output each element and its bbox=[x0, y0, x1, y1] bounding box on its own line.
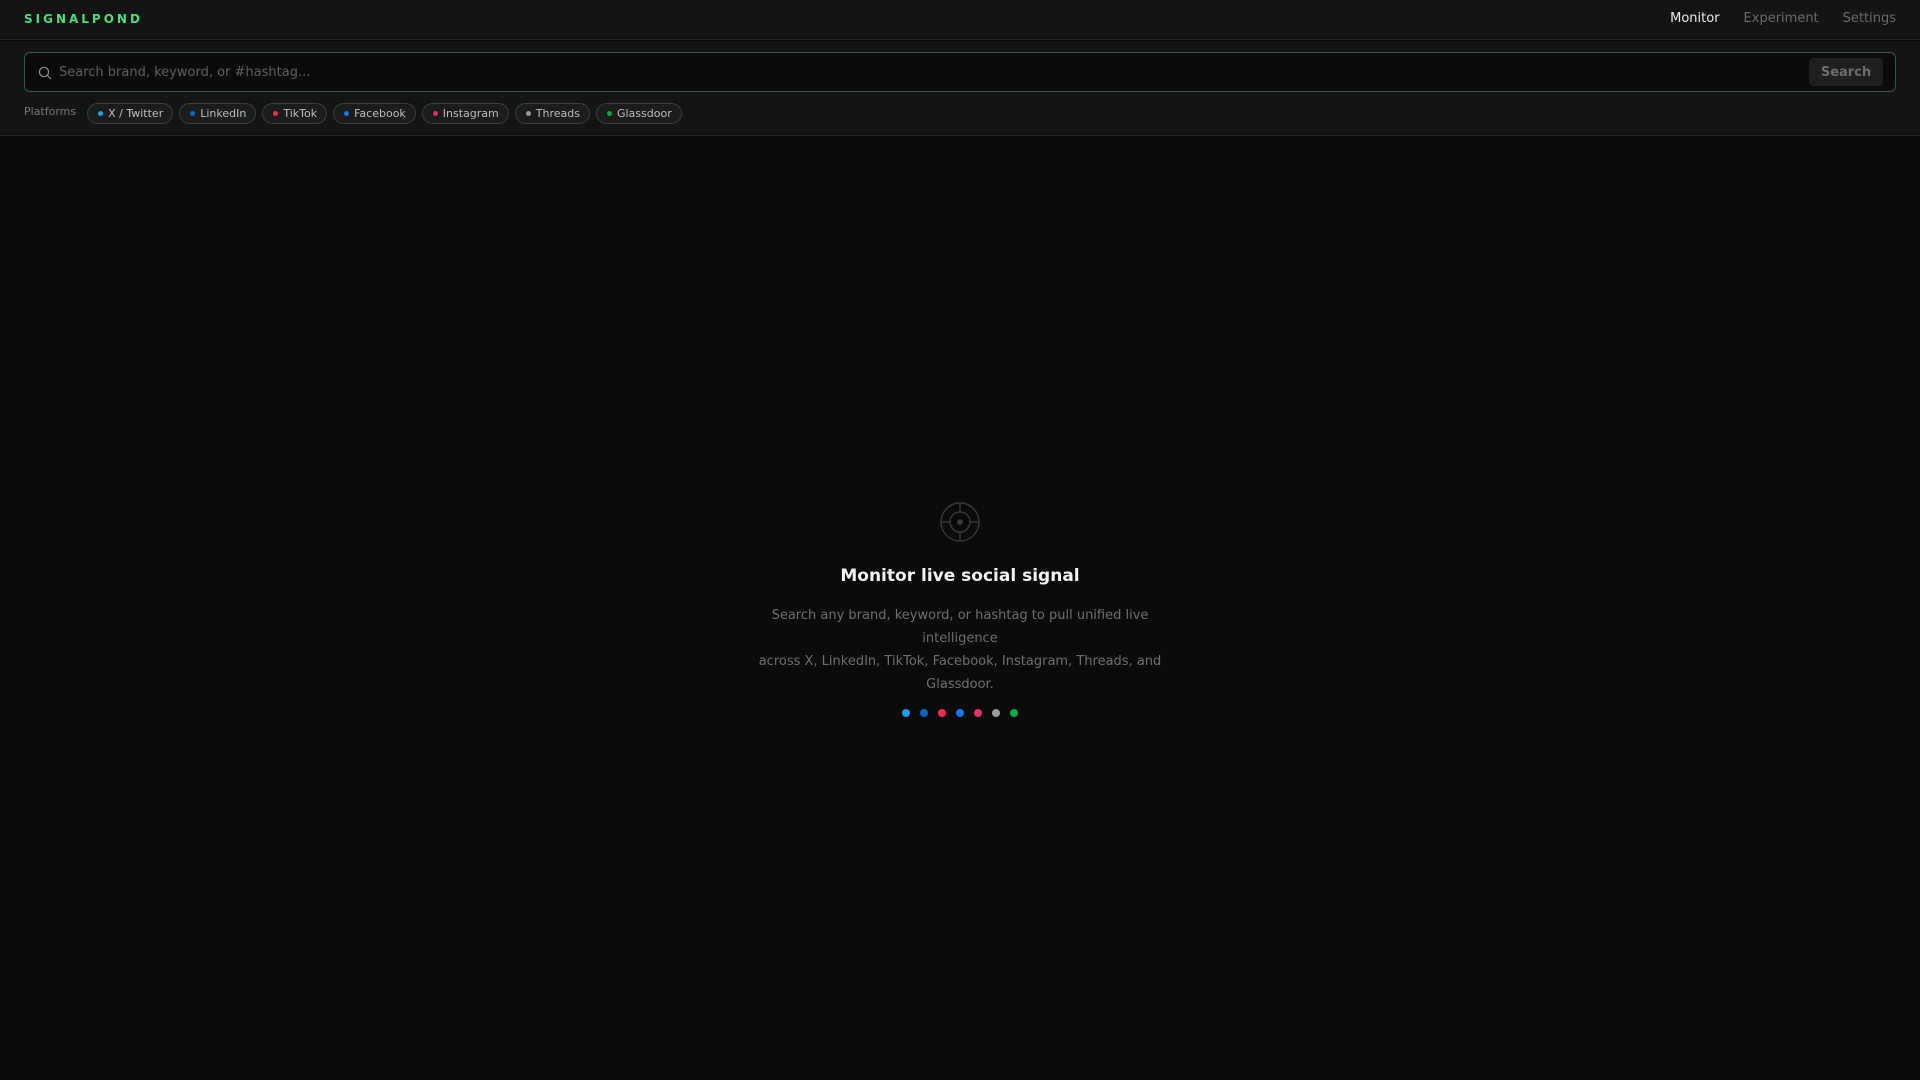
target-icon bbox=[940, 502, 980, 542]
description-line-2: across X, LinkedIn, TikTok, Facebook, In… bbox=[758, 654, 1162, 692]
platform-chip-facebook[interactable]: Facebook bbox=[333, 102, 416, 124]
top-bar: SIGNALPOND Monitor Experiment Settings bbox=[0, 0, 1920, 40]
platform-color-dot bbox=[98, 110, 104, 116]
platform-dot-facebook bbox=[956, 709, 964, 717]
platform-chip-x-twitter[interactable]: X / Twitter bbox=[87, 102, 174, 124]
search-button[interactable]: Search bbox=[1809, 58, 1883, 86]
platform-chip-label: LinkedIn bbox=[200, 106, 247, 120]
platform-dot-linkedin bbox=[920, 709, 928, 717]
platform-dot-instagram bbox=[974, 709, 982, 717]
platform-color-dot bbox=[273, 110, 279, 116]
search-box[interactable]: Search bbox=[24, 52, 1896, 92]
platform-color-dot bbox=[606, 110, 612, 116]
description-line-1: Search any brand, keyword, or hashtag to… bbox=[771, 608, 1149, 646]
platform-dot-tiktok bbox=[938, 709, 946, 717]
platform-filters: Platforms X / Twitter LinkedIn TikTok Faceb… bbox=[24, 102, 682, 124]
empty-state-description: Search any brand, keyword, or hashtag to… bbox=[750, 604, 1170, 696]
search-input[interactable] bbox=[59, 61, 1819, 83]
nav-experiment[interactable]: Experiment bbox=[1744, 11, 1819, 26]
platform-dot-glassdoor bbox=[1010, 709, 1018, 717]
platform-chip-label: TikTok bbox=[283, 106, 318, 120]
brand-logo[interactable]: SIGNALPOND bbox=[24, 12, 143, 26]
platform-color-dot bbox=[344, 110, 350, 116]
nav-settings[interactable]: Settings bbox=[1843, 11, 1896, 26]
nav-monitor[interactable]: Monitor bbox=[1670, 11, 1719, 26]
platform-chip-label: Threads bbox=[535, 106, 580, 120]
search-icon bbox=[38, 66, 52, 80]
platform-chip-label: Facebook bbox=[354, 106, 406, 120]
platform-chip-tiktok[interactable]: TikTok bbox=[262, 102, 328, 124]
platform-chip-label: Instagram bbox=[442, 106, 499, 120]
platforms-label: Platforms bbox=[24, 104, 77, 118]
platform-dot-x-twitter bbox=[902, 709, 910, 717]
main-nav: Monitor Experiment Settings bbox=[1670, 11, 1896, 26]
empty-state: Monitor live social signal Search any br… bbox=[660, 500, 1260, 717]
search-panel: Search Platforms X / Twitter LinkedIn TikT… bbox=[0, 41, 1920, 136]
platform-color-dot bbox=[432, 110, 438, 116]
platform-chip-instagram[interactable]: Instagram bbox=[421, 102, 509, 124]
platform-chip-threads[interactable]: Threads bbox=[514, 102, 590, 124]
platform-dot-threads bbox=[992, 709, 1000, 717]
platform-dots bbox=[902, 709, 1018, 717]
platform-chip-label: X / Twitter bbox=[108, 106, 164, 120]
platform-color-dot bbox=[190, 110, 196, 116]
platform-chip-glassdoor[interactable]: Glassdoor bbox=[595, 102, 682, 124]
platform-color-dot bbox=[525, 110, 531, 116]
platform-chip-linkedin[interactable]: LinkedIn bbox=[179, 102, 257, 124]
empty-state-title: Monitor live social signal bbox=[840, 566, 1080, 586]
platform-chip-label: Glassdoor bbox=[616, 106, 672, 120]
